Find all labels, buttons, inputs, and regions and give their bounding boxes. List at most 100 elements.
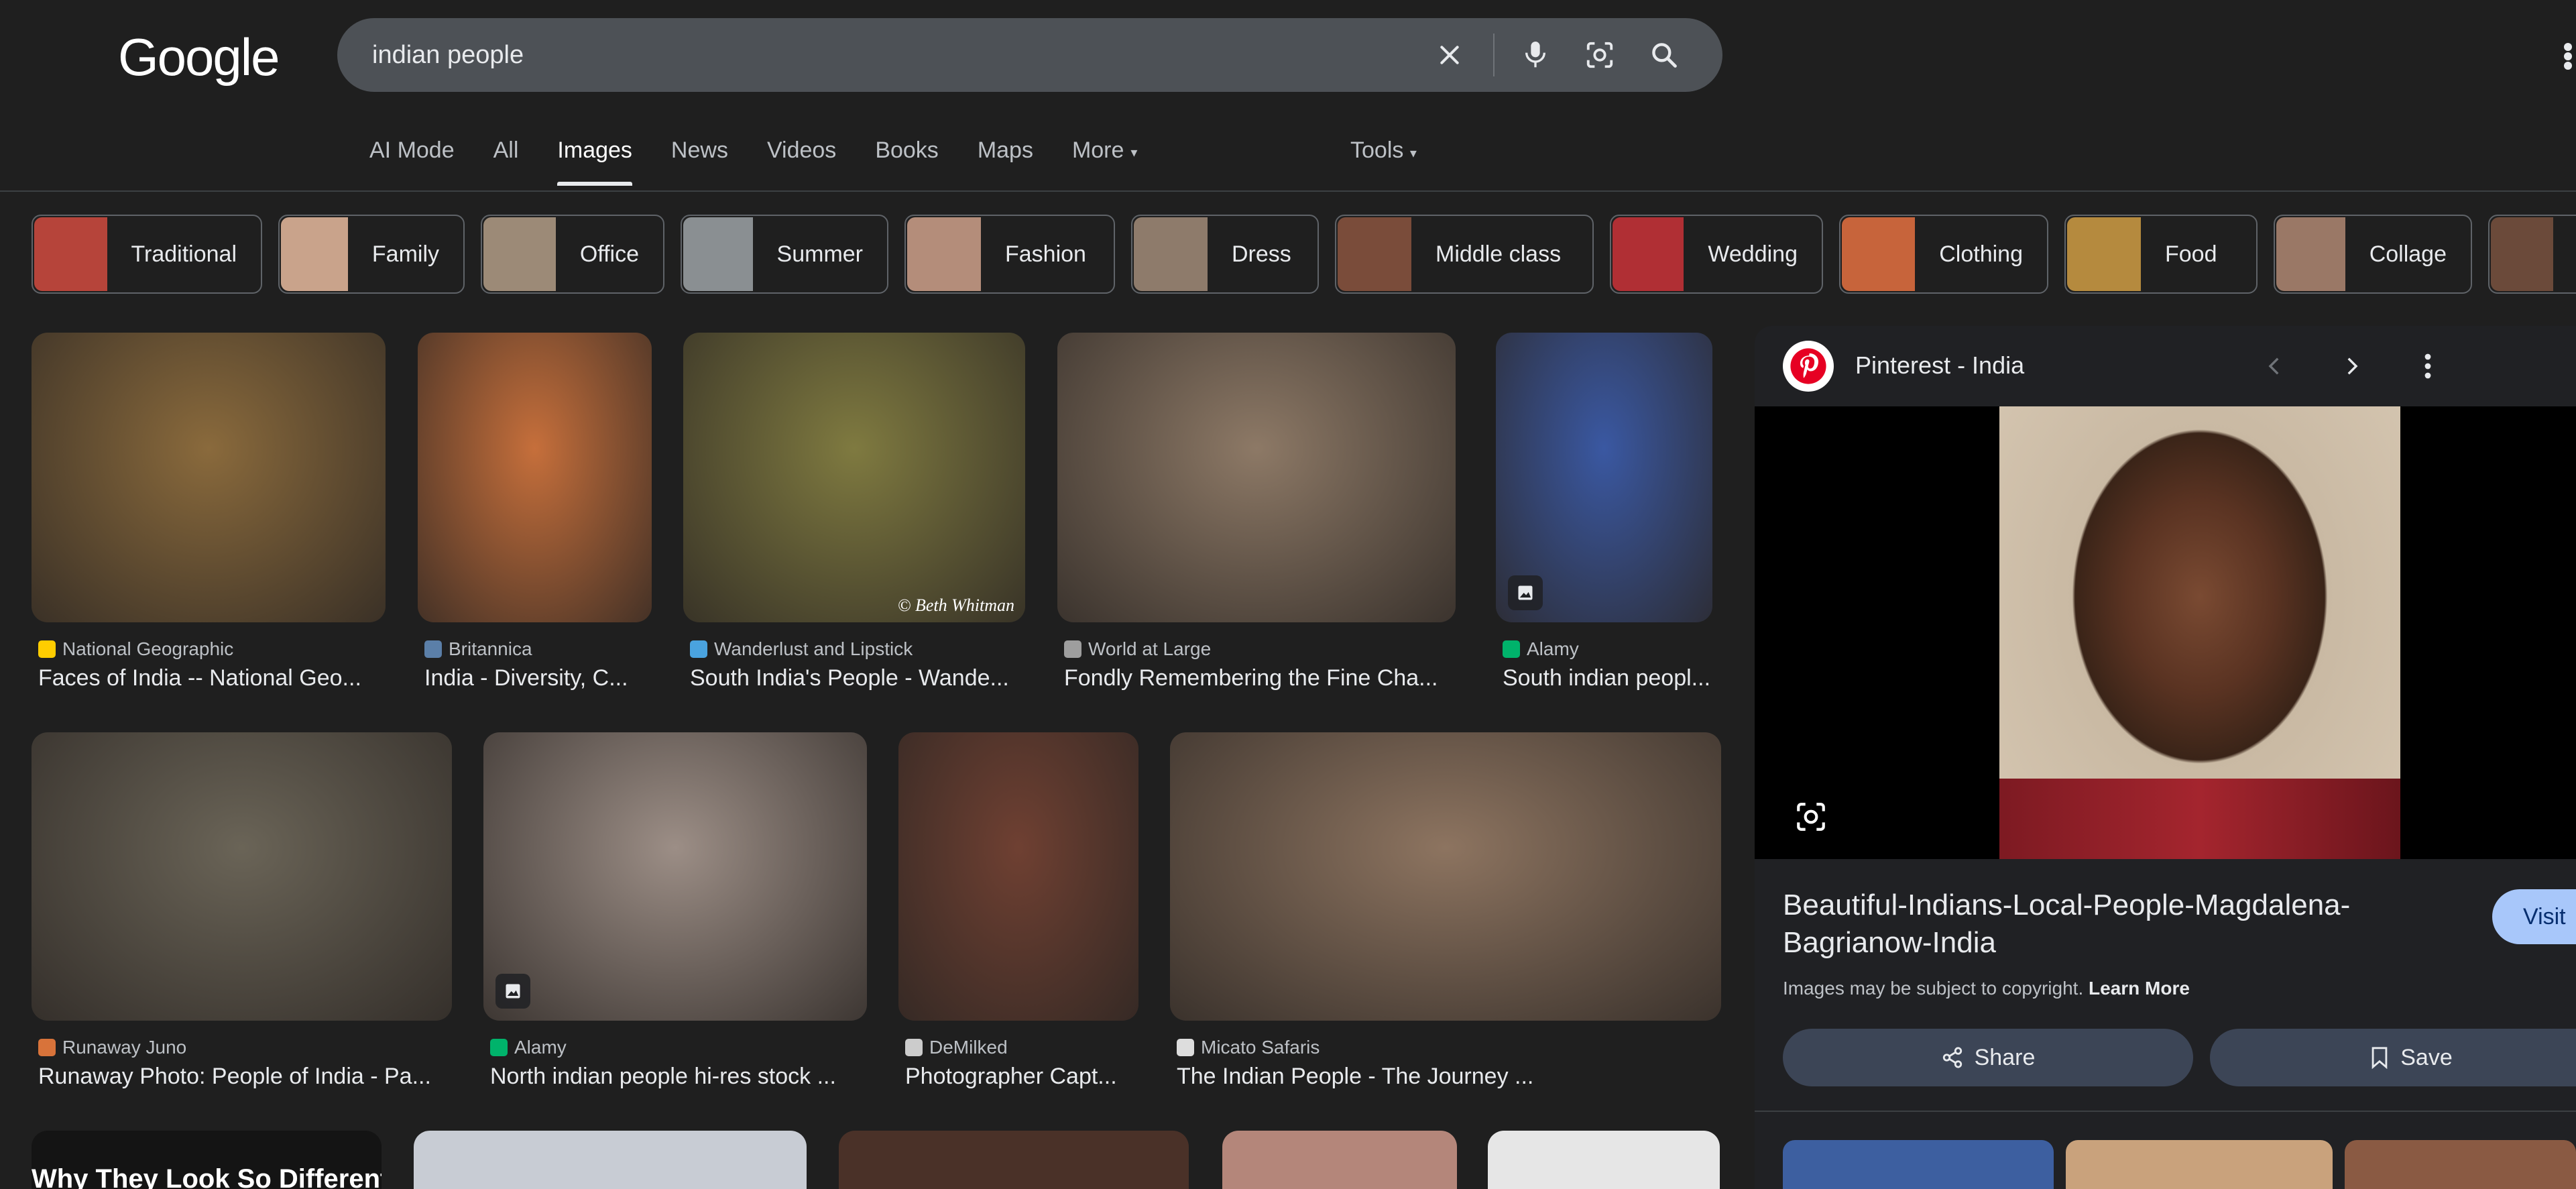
tab-news[interactable]: News <box>671 137 728 191</box>
result-source[interactable]: Micato Safaris <box>1177 1037 1320 1058</box>
result-source-name: DeMilked <box>929 1037 1008 1058</box>
source-favicon-icon <box>38 640 56 658</box>
result-source-name: World at Large <box>1088 638 1212 659</box>
result-source[interactable]: National Geographic <box>38 638 233 660</box>
tools-button[interactable]: Tools ▾ <box>1350 137 1417 164</box>
source-favicon-icon <box>424 640 442 658</box>
previous-icon[interactable] <box>2255 346 2295 386</box>
camera-lens-icon[interactable] <box>1576 32 1623 78</box>
result-caption[interactable]: Runaway Photo: People of India - Pa... <box>38 1064 431 1090</box>
chip-label: Summer <box>776 241 863 267</box>
result-source[interactable]: DeMilked <box>905 1037 1008 1058</box>
preview-source-name[interactable]: Pinterest - India <box>1855 351 2024 380</box>
tab-maps[interactable]: Maps <box>978 137 1033 191</box>
chip-clothing[interactable]: Clothing <box>1839 215 2048 294</box>
microphone-icon[interactable] <box>1512 32 1559 78</box>
chip-middle-class[interactable]: Middle class <box>1335 215 1594 294</box>
visit-button[interactable]: Visit <box>2492 889 2576 944</box>
related-image[interactable] <box>2066 1140 2333 1189</box>
preview-title[interactable]: Beautiful-Indians-Local-People-Magdalena… <box>1783 887 2386 962</box>
search-bar[interactable]: indian people <box>337 18 1722 92</box>
result-source[interactable]: World at Large <box>1064 638 1211 660</box>
tools-label: Tools <box>1350 137 1404 163</box>
chip-traditional[interactable]: Traditional <box>32 215 262 294</box>
search-input[interactable]: indian people <box>372 41 1409 70</box>
result-caption[interactable]: Photographer Capt... <box>905 1064 1117 1090</box>
google-logo[interactable]: Google <box>118 27 280 88</box>
tab-images[interactable]: Images <box>557 137 632 191</box>
result-caption[interactable]: South India's People - Wande... <box>690 665 1009 691</box>
apps-grid-icon[interactable] <box>2561 42 2576 71</box>
chip-summer[interactable]: Summer <box>681 215 888 294</box>
result-source[interactable]: Runaway Juno <box>38 1037 186 1058</box>
search-tabs: AI Mode All Images News Videos Books Map… <box>369 137 1176 191</box>
more-options-icon[interactable] <box>2408 346 2448 386</box>
tab-all[interactable]: All <box>493 137 519 191</box>
chip-thumbnail <box>2067 217 2141 291</box>
preview-image-area[interactable] <box>1755 406 2576 859</box>
copyright-text: Images may be subject to copyright. <box>1783 978 2084 999</box>
tab-ai-mode[interactable]: AI Mode <box>369 137 455 191</box>
result-thumbnail[interactable] <box>1496 333 1712 622</box>
preview-image[interactable] <box>1999 406 2400 859</box>
result-thumbnail[interactable] <box>898 732 1138 1021</box>
panel-divider <box>1755 1111 2576 1112</box>
result-thumbnail[interactable] <box>1222 1131 1457 1189</box>
source-favicon-icon <box>690 640 707 658</box>
result-caption[interactable]: Faces of India -- National Geo... <box>38 665 361 691</box>
chip-collage[interactable]: Collage <box>2274 215 2472 294</box>
chip-thumbnail <box>1613 217 1684 291</box>
tab-label: Books <box>875 137 939 163</box>
result-thumbnail[interactable] <box>32 732 452 1021</box>
tab-books[interactable]: Books <box>875 137 939 191</box>
result-source-name: Runaway Juno <box>62 1037 187 1058</box>
result-source[interactable]: Britannica <box>424 638 532 660</box>
result-thumbnail[interactable] <box>418 333 652 622</box>
result-caption[interactable]: South indian peopl... <box>1503 665 1710 691</box>
chip-wedding[interactable]: Wedding <box>1610 215 1823 294</box>
chip-fashion[interactable]: Fashion <box>904 215 1115 294</box>
clear-icon[interactable] <box>1426 32 1473 78</box>
related-image[interactable] <box>1783 1140 2054 1189</box>
chip-thumbnail <box>1842 217 1916 291</box>
chip-thumbnail <box>907 217 981 291</box>
result-source[interactable]: Wanderlust and Lipstick <box>690 638 913 660</box>
chip-label: Traditional <box>131 241 237 267</box>
share-button[interactable]: Share <box>1783 1029 2193 1086</box>
result-source[interactable]: Alamy <box>1503 638 1579 660</box>
result-caption[interactable]: India - Diversity, C... <box>424 665 628 691</box>
next-icon[interactable] <box>2331 346 2372 386</box>
image-badge-icon <box>495 974 530 1009</box>
result-thumbnail[interactable] <box>1170 732 1721 1021</box>
result-caption[interactable]: Fondly Remembering the Fine Cha... <box>1064 665 1438 691</box>
bookmark-icon <box>2372 1047 2388 1069</box>
result-thumbnail[interactable] <box>1488 1131 1720 1189</box>
result-thumbnail[interactable] <box>483 732 867 1021</box>
chip-photo[interactable]: Photo <box>2488 215 2576 294</box>
learn-more-link[interactable]: Learn More <box>2089 978 2190 999</box>
result-caption[interactable]: North indian people hi-res stock ... <box>490 1064 836 1090</box>
source-favicon-icon <box>1503 640 1520 658</box>
result-thumbnail[interactable] <box>32 333 386 622</box>
result-caption[interactable]: The Indian People - The Journey ... <box>1177 1064 1533 1090</box>
result-thumbnail[interactable]: Why They Look So Different <box>32 1131 382 1189</box>
chip-family[interactable]: Family <box>278 215 465 294</box>
chip-dress[interactable]: Dress <box>1131 215 1319 294</box>
caret-down-icon: ▾ <box>1409 146 1417 161</box>
search-icon[interactable] <box>1641 32 1688 78</box>
result-source[interactable]: Alamy <box>490 1037 567 1058</box>
source-favicon-icon <box>490 1039 508 1056</box>
result-thumbnail[interactable] <box>839 1131 1189 1189</box>
result-thumbnail[interactable] <box>414 1131 807 1189</box>
related-image[interactable] <box>2345 1140 2576 1189</box>
chip-food[interactable]: Food <box>2064 215 2258 294</box>
lens-search-icon[interactable] <box>1790 795 1832 838</box>
result-thumbnail[interactable]: © Beth Whitman <box>683 333 1025 622</box>
save-button[interactable]: Save <box>2210 1029 2576 1086</box>
result-thumbnail[interactable] <box>1057 333 1456 622</box>
tab-videos[interactable]: Videos <box>767 137 836 191</box>
tab-label: Maps <box>977 137 1033 163</box>
result-source-name: Alamy <box>1527 638 1579 659</box>
chip-office[interactable]: Office <box>481 215 664 294</box>
tab-more[interactable]: More ▾ <box>1072 137 1138 191</box>
